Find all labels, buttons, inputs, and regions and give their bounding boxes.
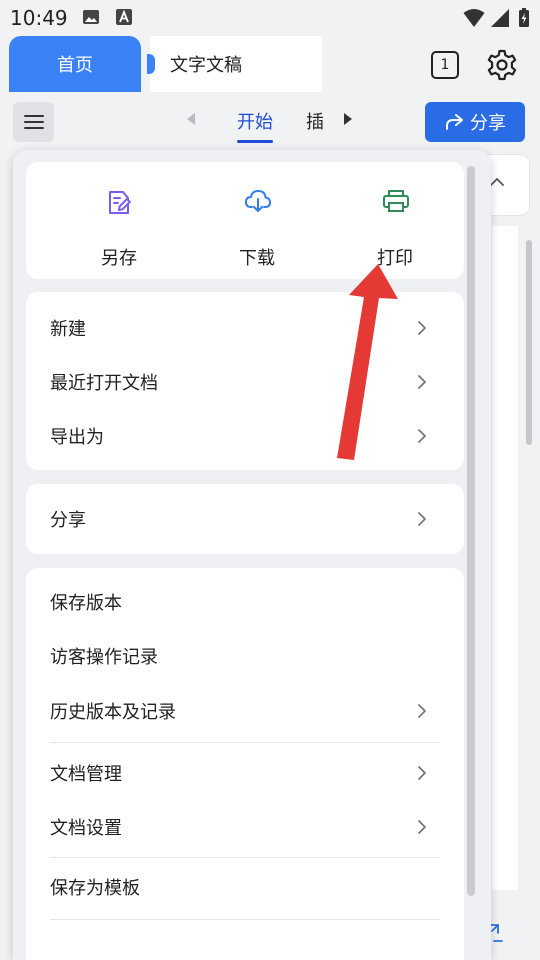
- menu-item-save-as-template[interactable]: 保存为模板: [26, 860, 464, 914]
- toolbar-tab-start-label: 开始: [237, 112, 273, 133]
- chevron-right-icon: [418, 704, 426, 718]
- scroll-left-icon[interactable]: [185, 112, 197, 126]
- chevron-up-icon[interactable]: [490, 177, 504, 187]
- scroll-right-icon[interactable]: [342, 112, 354, 126]
- menu-divider: [50, 742, 440, 743]
- toolbar-tab-insert[interactable]: 插入: [306, 108, 323, 134]
- status-time: 10:49: [10, 6, 68, 30]
- tab-document-label: 文字文稿: [170, 55, 242, 76]
- chevron-right-icon: [418, 766, 426, 780]
- print-icon: [383, 190, 409, 212]
- toolbar-tab-start[interactable]: 开始: [237, 108, 273, 143]
- chevron-right-icon: [418, 375, 426, 389]
- status-bar: 10:49: [0, 0, 540, 36]
- menu-item-recent-documents-label: 最近打开文档: [50, 373, 158, 394]
- menu-item-save-version[interactable]: 保存版本: [26, 575, 464, 629]
- document-page: [492, 226, 518, 890]
- settings-gear-icon[interactable]: [485, 48, 519, 82]
- share-button[interactable]: 分享: [425, 102, 525, 142]
- menu-group-file: 新建 最近打开文档 导出为: [26, 292, 464, 470]
- chevron-right-icon: [418, 512, 426, 526]
- active-tab-underline: [237, 140, 273, 143]
- menu-item-new-label: 新建: [50, 319, 86, 340]
- menu-item-recent-documents[interactable]: 最近打开文档: [26, 355, 464, 409]
- tab-home[interactable]: 首页: [9, 36, 141, 92]
- menu-scrollbar[interactable]: [467, 166, 475, 896]
- download-button[interactable]: 下载: [207, 162, 307, 279]
- menu-item-export-as[interactable]: 导出为: [26, 409, 464, 463]
- menu-item-document-management-label: 文档管理: [50, 764, 122, 785]
- menu-item-version-history-label: 历史版本及记录: [50, 702, 176, 723]
- battery-icon: [519, 8, 529, 27]
- tab-document[interactable]: 文字文稿: [147, 36, 322, 92]
- save-as-label: 另存: [101, 248, 137, 269]
- quick-actions-card: 另存 下载 打印: [26, 162, 464, 279]
- signal-icon: [491, 9, 509, 27]
- menu-item-share-label: 分享: [50, 510, 86, 531]
- menu-toggle-button[interactable]: [13, 102, 54, 142]
- wifi-icon: [463, 9, 485, 27]
- chevron-right-icon: [418, 321, 426, 335]
- save-as-button[interactable]: 另存: [69, 162, 169, 279]
- menu-item-version-history[interactable]: 历史版本及记录: [26, 684, 464, 738]
- menu-item-document-management[interactable]: 文档管理: [26, 746, 464, 800]
- menu-item-export-as-label: 导出为: [50, 427, 104, 448]
- hamburger-menu-icon: [23, 115, 44, 129]
- print-button[interactable]: 打印: [345, 162, 445, 279]
- document-tab-marker: [147, 54, 155, 74]
- toolbar: 开始 插入 分享: [0, 94, 540, 150]
- chevron-right-icon: [418, 820, 426, 834]
- menu-item-share[interactable]: 分享: [26, 492, 464, 546]
- chevron-right-icon: [418, 429, 426, 443]
- save-as-icon: [109, 191, 131, 214]
- download-label: 下载: [239, 248, 275, 269]
- menu-divider: [50, 919, 440, 920]
- share-button-label: 分享: [470, 113, 506, 134]
- menu-item-save-version-label: 保存版本: [50, 593, 122, 614]
- menu-item-document-settings-label: 文档设置: [50, 818, 122, 839]
- print-label: 打印: [377, 248, 413, 269]
- menu-item-visitor-log-label: 访客操作记录: [50, 647, 158, 668]
- menu-item-visitor-log[interactable]: 访客操作记录: [26, 629, 464, 683]
- menu-item-new[interactable]: 新建: [26, 301, 464, 355]
- document-scrollbar[interactable]: [526, 240, 532, 445]
- font-notification-icon: [116, 9, 132, 25]
- tab-bar: 首页 文字文稿 1: [0, 36, 540, 94]
- image-notification-icon: [83, 10, 99, 24]
- download-icon: [245, 190, 271, 212]
- menu-divider: [50, 857, 440, 858]
- file-menu-panel: 另存 下载 打印 新建 最近打开文档 导出为 分享 保存版本 访客操作记录 历史…: [13, 150, 491, 960]
- menu-item-document-settings[interactable]: 文档设置: [26, 800, 464, 854]
- tab-count-button[interactable]: 1: [431, 51, 459, 79]
- menu-group-share: 分享: [26, 484, 464, 554]
- menu-item-save-as-template-label: 保存为模板: [50, 878, 140, 899]
- share-icon: [446, 114, 463, 130]
- menu-group-document: 保存版本 访客操作记录 历史版本及记录 文档管理 文档设置 保存为模板: [26, 568, 464, 960]
